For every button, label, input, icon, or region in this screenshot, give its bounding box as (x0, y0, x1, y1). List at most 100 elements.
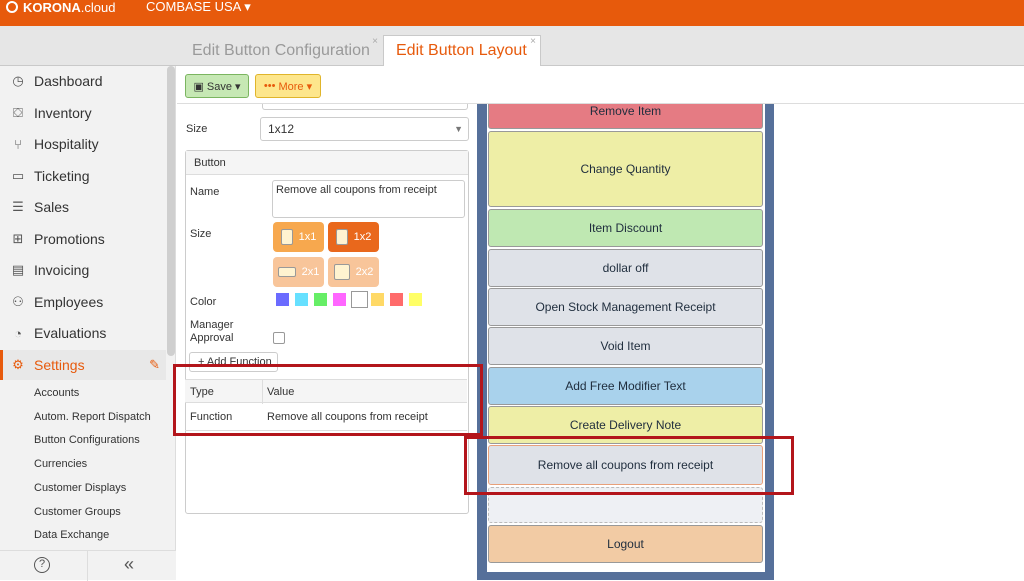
invoice-icon: ▤ (11, 262, 25, 277)
sidebar-item-invoicing[interactable]: ▤ Invoicing (0, 255, 166, 285)
logo-icon (6, 1, 18, 13)
collapse-sidebar-icon[interactable]: « (124, 554, 134, 575)
sidebar-item-dashboard[interactable]: ◷ Dashboard (0, 66, 166, 96)
sidebar-subitem-accounts[interactable]: Accounts (34, 387, 79, 399)
color-label: Color (190, 296, 217, 308)
color-swatch[interactable] (333, 293, 346, 306)
sidebar-item-label: Inventory (34, 105, 92, 121)
layout-button[interactable]: Remove Item (488, 104, 763, 129)
layout-size-select[interactable]: 1x12 ▼ (260, 117, 469, 141)
sidebar-item-hospitality[interactable]: ⑂ Hospitality (0, 129, 166, 159)
tab-edit-button-configuration[interactable]: Edit Button Configuration × (180, 36, 382, 66)
toolbar: ▣ Save ▾ ••• More ▾ (177, 66, 1024, 104)
sidebar-item-label: Evaluations (34, 325, 107, 341)
name-label: Name (190, 186, 220, 198)
sidebar-subitem-currencies[interactable]: Currencies (34, 458, 87, 470)
sidebar: ◷ Dashboard ⛋ Inventory ⑂ Hospitality ▭ … (0, 66, 176, 581)
more-button[interactable]: ••• More ▾ (255, 74, 321, 98)
manager-approval-checkbox[interactable] (273, 332, 285, 344)
layout-button[interactable]: Change Quantity (488, 131, 763, 207)
layout-button[interactable]: Logout (488, 525, 763, 563)
tab-label: Edit Button Layout (396, 42, 527, 59)
save-icon: ▣ (193, 80, 204, 93)
sidebar-subitem-customer-displays[interactable]: Customer Displays (34, 482, 126, 494)
layout-button[interactable]: Void Item (488, 327, 763, 365)
color-swatch[interactable] (276, 293, 289, 306)
employees-icon: ⚇ (12, 294, 24, 309)
save-label: Save ▾ (206, 80, 241, 93)
sidebar-item-label: Promotions (34, 231, 105, 247)
footer-divider (87, 551, 88, 581)
tenant-switcher[interactable]: COMBASE USA ▾ (146, 0, 251, 15)
ticket-icon: ▭ (11, 168, 25, 183)
sidebar-subitem-data-exchange[interactable]: Data Exchange (34, 529, 109, 541)
sidebar-item-ticketing[interactable]: ▭ Ticketing (0, 161, 166, 191)
size-option-2x1[interactable]: 2x1 (273, 257, 324, 287)
tab-bar: Edit Button Configuration × Edit Button … (0, 26, 1024, 67)
help-icon[interactable]: ? (34, 557, 50, 573)
dashboard-icon: ◷ (12, 73, 24, 88)
sidebar-item-label: Dashboard (34, 73, 103, 89)
size-option-1x1[interactable]: 1x1 (273, 222, 324, 252)
tab-edit-button-layout[interactable]: Edit Button Layout × (383, 35, 541, 67)
sidebar-item-label: Hospitality (34, 136, 99, 152)
close-icon[interactable]: × (372, 27, 378, 57)
color-swatch[interactable] (409, 293, 422, 306)
size-2x2-icon (333, 264, 350, 280)
gift-icon: ⊞ (12, 231, 24, 246)
color-swatch[interactable] (314, 293, 327, 306)
sidebar-subitem-button-configurations[interactable]: Button Configurations (34, 434, 140, 446)
highlight-function-table (173, 364, 483, 436)
size-option-1x2[interactable]: 1x2 (328, 222, 379, 252)
sidebar-item-sales[interactable]: ☰ Sales (0, 192, 166, 222)
sidebar-item-label: Invoicing (34, 262, 90, 278)
approval-label: Approval (190, 332, 234, 344)
sidebar-subitem-customer-groups[interactable]: Customer Groups (34, 506, 121, 518)
gear-icon: ⚙ (12, 357, 24, 372)
chevron-down-icon: ▼ (454, 124, 463, 134)
layout-button[interactable]: Item Discount (488, 209, 763, 247)
inventory-icon: ⛋ (13, 105, 23, 120)
button-size-label: Size (190, 228, 212, 240)
brand-suffix: .cloud (80, 0, 116, 15)
sidebar-item-label: Employees (34, 294, 104, 310)
field-above (262, 104, 468, 110)
layout-size-value: 1x12 (268, 122, 295, 136)
dots-icon: ••• (263, 80, 276, 92)
sales-icon: ☰ (12, 199, 24, 214)
sidebar-item-promotions[interactable]: ⊞ Promotions (0, 224, 166, 254)
size-option-label: 2x2 (355, 266, 374, 278)
color-swatch[interactable] (390, 293, 403, 306)
pencil-icon[interactable]: ✎ (149, 357, 160, 373)
sidebar-item-label: Sales (34, 199, 70, 215)
sidebar-item-employees[interactable]: ⚇ Employees (0, 287, 166, 317)
brand-name: KORONA (23, 0, 81, 15)
layout-button[interactable]: Add Free Modifier Text (488, 367, 763, 405)
sidebar-item-evaluations[interactable]: ◔ Evaluations (0, 318, 166, 348)
size-1x2-icon (335, 229, 348, 245)
tab-label: Edit Button Configuration (192, 42, 370, 59)
size-option-label: 1x1 (298, 231, 317, 243)
highlight-selected-button (464, 436, 794, 495)
button-name-field[interactable]: Remove all coupons from receipt (272, 180, 465, 218)
sidebar-item-inventory[interactable]: ⛋ Inventory (0, 98, 166, 128)
sidebar-item-settings[interactable]: ⚙ Settings ✎ (0, 350, 166, 380)
close-icon[interactable]: × (530, 27, 536, 57)
size-option-label: 2x1 (301, 266, 320, 278)
manager-label: Manager (190, 319, 234, 331)
layout-button[interactable]: Open Stock Management Receipt (488, 288, 763, 326)
size-2x1-icon (277, 267, 296, 277)
color-swatch[interactable] (351, 291, 368, 308)
layout-button[interactable]: dollar off (488, 249, 763, 287)
size-option-2x2[interactable]: 2x2 (328, 257, 379, 287)
color-swatch[interactable] (371, 293, 384, 306)
korona-logo[interactable]: KORONA .cloud (6, 0, 116, 15)
sidebar-subitem-autom-report-dispatch[interactable]: Autom. Report Dispatch (34, 411, 151, 423)
sidebar-scrollbar[interactable] (167, 66, 175, 356)
sidebar-footer: ? « (0, 550, 176, 581)
pie-chart-icon: ◔ (14, 325, 22, 341)
save-button[interactable]: ▣ Save ▾ (185, 74, 249, 98)
color-swatch[interactable] (295, 293, 308, 306)
sidebar-item-label: Settings (34, 357, 85, 373)
more-label: More ▾ (278, 80, 313, 93)
